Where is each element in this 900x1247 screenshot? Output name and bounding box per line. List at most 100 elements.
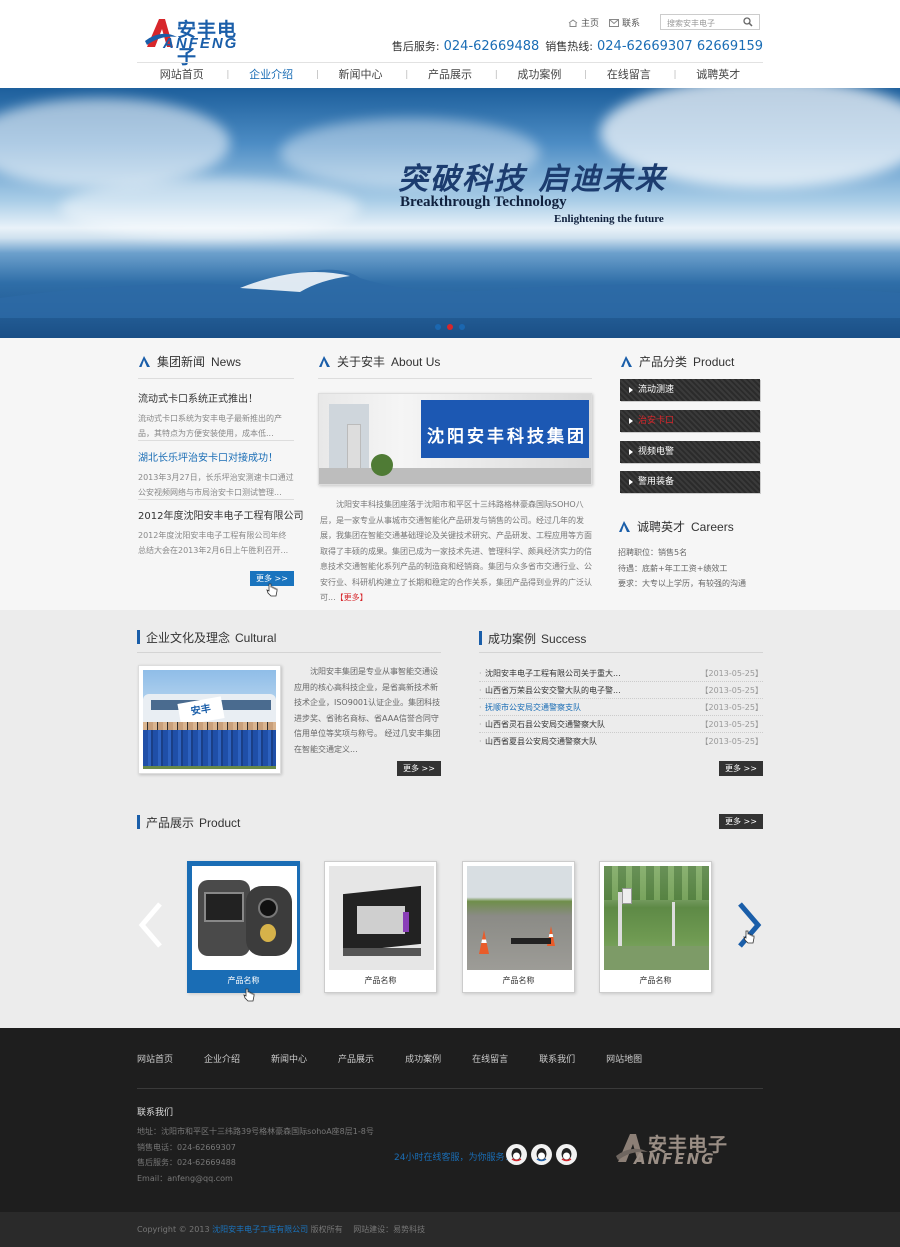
case-row[interactable]: 山西省夏县公安局交通警察大队 【2013-05-25】 bbox=[479, 733, 763, 750]
cases-more-button[interactable]: 更多 >> bbox=[719, 761, 763, 776]
category-item[interactable]: 流动测速 bbox=[620, 379, 760, 401]
news-item-title[interactable]: 2012年度沈阳安丰电子工程有限公司 bbox=[138, 507, 303, 522]
careers-title-cn: 诚聘英才 bbox=[637, 520, 686, 534]
qq-icon[interactable] bbox=[556, 1144, 577, 1165]
hotline: 售后服务: 024-62669488 销售热线: 024-62669307 62669… bbox=[392, 38, 763, 54]
case-row[interactable]: 山西省万荣县公安交警大队的电子警... 【2013-05-25】 bbox=[479, 682, 763, 699]
news-item[interactable]: 2012年度沈阳安丰电子工程有限公司 2012年度沈阳安丰电子工程有限公司年终总… bbox=[138, 507, 303, 558]
footer-link[interactable]: 产品展示 bbox=[338, 1052, 374, 1065]
service-number: 024-62669488 bbox=[443, 39, 540, 54]
banner-slogan-en: Breakthrough Technology bbox=[400, 194, 567, 210]
case-row[interactable]: 山西省灵石县公安局交通警察大队 【2013-05-25】 bbox=[479, 716, 763, 733]
product-more-button[interactable]: 更多 >> bbox=[719, 814, 763, 829]
product-caption[interactable]: 产品名称 bbox=[600, 970, 711, 992]
search-icon[interactable] bbox=[743, 17, 753, 27]
qq-icon[interactable] bbox=[506, 1144, 527, 1165]
hand-cursor-icon bbox=[243, 988, 255, 1002]
cases-title-en: Success bbox=[541, 632, 587, 646]
wave-icon bbox=[0, 269, 900, 318]
product-show-title: 产品展示 Product bbox=[137, 814, 240, 831]
footer-link[interactable]: 在线留言 bbox=[472, 1052, 508, 1065]
case-row[interactable]: 沈阳安丰电子工程有限公司关于重大... 【2013-05-25】 bbox=[479, 665, 763, 682]
nav-item-jobs[interactable]: 诚聘英才 bbox=[674, 63, 763, 88]
case-title[interactable]: 山西省夏县公安局交通警察大队 bbox=[479, 737, 597, 746]
nav-item-about[interactable]: 企业介绍 bbox=[226, 63, 315, 88]
product-card-active[interactable]: 产品名称 bbox=[187, 861, 300, 993]
slide-dot[interactable] bbox=[459, 324, 465, 330]
footer-link[interactable]: 企业介绍 bbox=[204, 1052, 240, 1065]
search-box[interactable]: 搜索安丰电子 bbox=[660, 14, 760, 30]
copyright-rights: 版权所有 bbox=[310, 1225, 343, 1234]
footer-link[interactable]: 成功案例 bbox=[405, 1052, 441, 1065]
home-link[interactable]: 主页 bbox=[568, 16, 599, 29]
case-title[interactable]: 抚顺市公安局交通警察支队 bbox=[479, 703, 581, 712]
cases-title-cn: 成功案例 bbox=[488, 632, 537, 646]
case-date: 【2013-05-25】 bbox=[700, 703, 764, 712]
product-caption[interactable]: 产品名称 bbox=[463, 970, 574, 992]
home-icon bbox=[568, 19, 578, 27]
contact-line: Email：anfeng@qq.com bbox=[137, 1173, 233, 1183]
culture-title-en: Cultural bbox=[235, 631, 277, 645]
cases-title: 成功案例 Success bbox=[479, 630, 586, 647]
footer-link[interactable]: 网站首页 bbox=[137, 1052, 173, 1065]
online-service-text: 24小时在线客服，为你服务！ bbox=[394, 1153, 514, 1163]
news-item[interactable]: 湖北长乐坪治安卡口对接成功！ 2013年3月27日，长乐坪治安测速卡口通过公安视… bbox=[138, 449, 294, 500]
careers-text: 招聘职位：销售5名 待遇：底薪+年工工资+绩效工 要求：大专以上学历，有较强的沟… bbox=[618, 545, 746, 592]
product-card[interactable]: 产品名称 bbox=[324, 861, 437, 993]
about-text: 沈阳安丰科技集团座落于沈阳市和平区十三纬路格林豪森国际SOHO八层，是一家专业从… bbox=[320, 497, 592, 606]
footer-link[interactable]: 新闻中心 bbox=[271, 1052, 307, 1065]
case-row[interactable]: 抚顺市公安局交通警察支队 【2013-05-25】 bbox=[479, 699, 763, 716]
about-text-body: 沈阳安丰科技集团座落于沈阳市和平区十三纬路格林豪森国际SOHO八层，是一家专业从… bbox=[320, 500, 592, 602]
site-header: 安丰电子 ANFENG 主页 联系 搜索安丰电子 售后服务: 024-626694… bbox=[0, 0, 900, 88]
footer-link[interactable]: 联系我们 bbox=[539, 1052, 575, 1065]
copyright-company[interactable]: 沈阳安丰电子工程有限公司 bbox=[212, 1225, 308, 1234]
news-item[interactable]: 流动式卡口系统正式推出！ 流动式卡口系统为安丰电子最新推出的产品，其特点为方便安… bbox=[138, 390, 294, 441]
contact-link-label: 联系 bbox=[621, 18, 640, 29]
product-card[interactable]: 产品名称 bbox=[599, 861, 712, 993]
product-image bbox=[467, 866, 572, 970]
news-title-cn: 集团新闻 bbox=[157, 355, 206, 369]
divider bbox=[138, 440, 294, 441]
cloud-shape bbox=[60, 178, 360, 238]
search-input[interactable]: 搜索安丰电子 bbox=[667, 18, 715, 29]
banner-slogan-cn: 突破科技 启迪未来 bbox=[398, 162, 667, 197]
contact-link[interactable]: 联系 bbox=[608, 16, 640, 29]
chevron-left-icon[interactable] bbox=[138, 902, 164, 948]
about-title-cn: 关于安丰 bbox=[337, 355, 386, 369]
careers-title-en: Careers bbox=[691, 520, 734, 534]
careers-title: 诚聘英才 Careers bbox=[618, 518, 734, 535]
slide-dot[interactable] bbox=[435, 324, 441, 330]
footer-link[interactable]: 网站地图 bbox=[606, 1052, 642, 1065]
service-label: 售后服务: bbox=[391, 40, 440, 53]
case-title[interactable]: 山西省灵石县公安局交通警察大队 bbox=[479, 720, 605, 729]
product-caption[interactable]: 产品名称 bbox=[325, 970, 436, 992]
about-more-link[interactable]: 【更多】 bbox=[336, 593, 368, 602]
culture-title-cn: 企业文化及理念 bbox=[146, 631, 231, 645]
divider bbox=[138, 499, 294, 500]
case-title[interactable]: 沈阳安丰电子工程有限公司关于重大... bbox=[479, 669, 621, 678]
nav-item-cases[interactable]: 成功案例 bbox=[495, 63, 584, 88]
case-title[interactable]: 山西省万荣县公安交警大队的电子警... bbox=[479, 686, 621, 695]
about-photo: 沈阳安丰科技集团 bbox=[318, 393, 592, 485]
hero-banner[interactable]: 突破科技 启迪未来 Breakthrough Technology Enligh… bbox=[0, 88, 900, 338]
contact-line: 地址：沈阳市和平区十三纬路39号格林豪森国际sohoA座8层1-8号 bbox=[137, 1127, 374, 1136]
nav-item-home[interactable]: 网站首页 bbox=[137, 63, 226, 88]
qq-icon[interactable] bbox=[531, 1144, 552, 1165]
nav-item-message[interactable]: 在线留言 bbox=[584, 63, 673, 88]
culture-more-button[interactable]: 更多 >> bbox=[397, 761, 441, 776]
culture-text: 沈阳安丰集团是专业从事智能交通设应用的核心高科技企业，是省高新技术新技术企业，I… bbox=[294, 667, 441, 754]
slide-dot-active[interactable] bbox=[447, 324, 453, 330]
about-title: 关于安丰 About Us bbox=[318, 353, 440, 370]
news-item-title[interactable]: 湖北长乐坪治安卡口对接成功！ bbox=[138, 449, 294, 464]
product-card[interactable]: 产品名称 bbox=[462, 861, 575, 993]
copyright-text: Copyright © 2013 沈阳安丰电子工程有限公司 版权所有 网站建设：… bbox=[137, 1224, 425, 1235]
nav-item-products[interactable]: 产品展示 bbox=[405, 63, 494, 88]
copyright-builder[interactable]: 网站建设：易势科技 bbox=[353, 1225, 425, 1234]
category-item[interactable]: 警用装备 bbox=[620, 471, 760, 493]
nav-item-news[interactable]: 新闻中心 bbox=[316, 63, 405, 88]
careers-line: 招聘职位：销售5名 bbox=[618, 548, 688, 557]
news-item-title[interactable]: 流动式卡口系统正式推出！ bbox=[138, 390, 294, 405]
site-logo[interactable]: 安丰电子 ANFENG bbox=[143, 15, 253, 68]
category-item-active[interactable]: 治安卡口 bbox=[620, 410, 760, 432]
category-item[interactable]: 视频电警 bbox=[620, 441, 760, 463]
